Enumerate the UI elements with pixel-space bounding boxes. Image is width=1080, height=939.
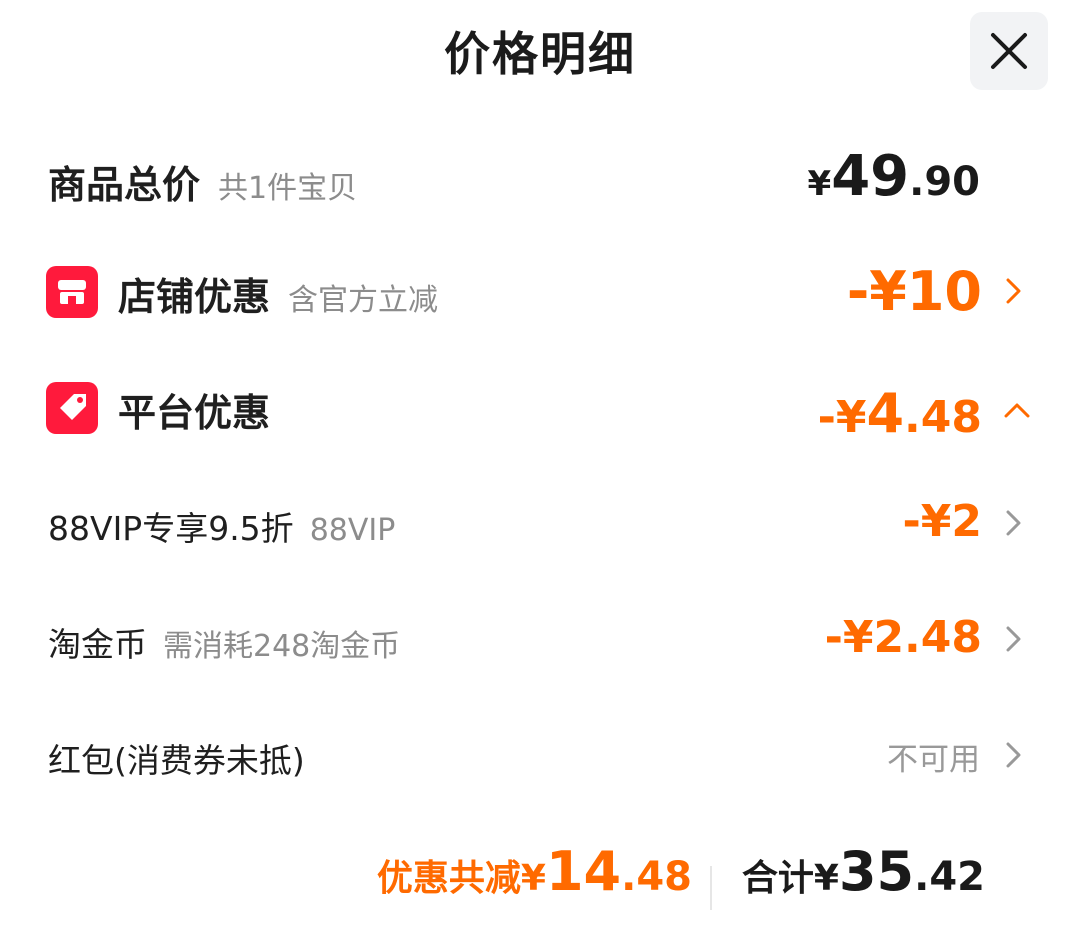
items-total-amount: ¥49.90 [807, 144, 980, 209]
shop-discount-sub: 含官方立减 [288, 283, 439, 318]
divider [710, 866, 712, 910]
store-icon [46, 266, 98, 318]
chevron-right-icon [1006, 278, 1021, 304]
detail-label: 淘金币 [48, 625, 147, 664]
page-title: 价格明细 [444, 27, 636, 81]
platform-discount-label: 平台优惠 [118, 391, 271, 435]
close-button[interactable] [970, 12, 1048, 90]
chevron-right-icon [1006, 742, 1021, 768]
total-savings: 优惠共减¥14.48 [376, 840, 692, 903]
detail-label: 88VIP专享9.5折 [48, 509, 294, 548]
detail-amount: -¥2.48 [824, 612, 982, 663]
detail-sub: 需消耗248淘金币 [163, 629, 401, 664]
tag-icon [46, 382, 98, 434]
summary-bar: 优惠共减¥14.48 合计¥35.42 [0, 840, 1080, 920]
detail-row-taojinbi[interactable]: 淘金币 需消耗248淘金币 -¥2.48 [0, 612, 1080, 664]
shop-discount-row[interactable]: 店铺优惠 含官方立减 -¥10 [0, 260, 1080, 326]
detail-amount: -¥2 [902, 496, 983, 547]
grand-total: 合计¥35.42 [741, 840, 985, 903]
chevron-right-icon [1006, 510, 1021, 536]
detail-row-88vip[interactable]: 88VIP专享9.5折 88VIP -¥2 [0, 496, 1080, 548]
platform-discount-row[interactable]: 平台优惠 -¥4.48 [0, 378, 1080, 445]
items-total-label: 商品总价 [48, 163, 201, 207]
detail-sub: 88VIP [309, 513, 396, 548]
detail-row-hongbao[interactable]: 红包(消费券未抵) 不可用 [0, 730, 1080, 780]
close-icon [991, 33, 1027, 69]
chevron-right-icon [1006, 626, 1021, 652]
shop-discount-amount: -¥10 [846, 260, 982, 323]
detail-label: 红包(消费券未抵) [48, 741, 305, 780]
unavailable-status: 不可用 [887, 742, 980, 778]
items-total-row: 商品总价 共1件宝贝 ¥49.90 [0, 144, 1080, 210]
platform-discount-amount: -¥4.48 [817, 382, 982, 445]
shop-discount-label: 店铺优惠 [118, 275, 271, 319]
chevron-up-icon [1004, 403, 1030, 418]
items-count: 共1件宝贝 [218, 171, 358, 206]
